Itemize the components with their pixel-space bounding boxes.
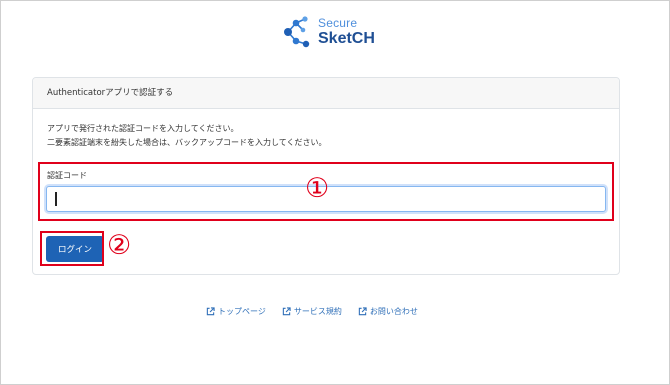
external-link-icon [358, 307, 367, 316]
text-caret [55, 192, 57, 206]
footer-links: トップページ サービス規約 お問い合わせ [206, 306, 434, 317]
footer-link-label: お問い合わせ [369, 307, 418, 316]
annotation-marker-1: ① [305, 173, 330, 204]
external-link-icon [206, 307, 215, 316]
annotation-marker-2: ② [107, 230, 132, 261]
footer-link-top-page[interactable]: トップページ [206, 306, 266, 317]
logo-text: Secure SketCH [318, 17, 375, 47]
logo: Secure SketCH [281, 14, 375, 50]
logo-line-secure: Secure [318, 16, 358, 30]
footer-link-terms[interactable]: サービス規約 [282, 306, 342, 317]
card-header: Authenticatorアプリで認証する [33, 78, 619, 109]
molecule-network-icon [284, 16, 310, 48]
instruction-line-1: アプリで発行された認証コードを入力してください。 [47, 124, 239, 133]
code-field-label: 認証コード [47, 171, 87, 180]
login-button[interactable]: ログイン [46, 236, 104, 262]
footer-link-contact[interactable]: お問い合わせ [358, 306, 418, 317]
instructions: アプリで発行された認証コードを入力してください。 二要素認証端末を紛失した場合は… [47, 122, 327, 150]
instruction-line-2: 二要素認証端末を紛失した場合は、バックアップコードを入力してください。 [47, 138, 327, 147]
footer-link-label: トップページ [218, 307, 266, 316]
footer-link-label: サービス規約 [293, 307, 342, 316]
logo-line-sketch: SketCH [318, 30, 375, 47]
external-link-icon [282, 307, 291, 316]
